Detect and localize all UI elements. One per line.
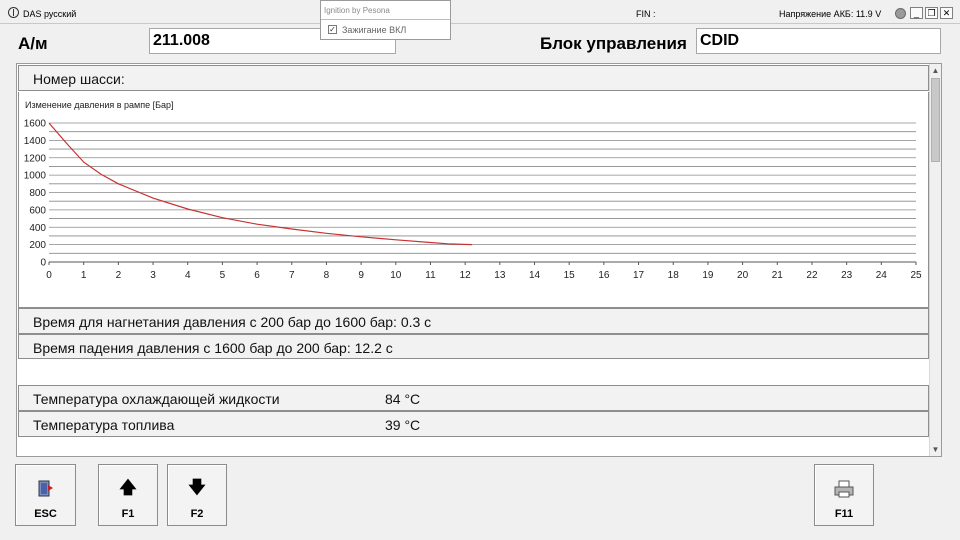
- x-tick-label: 15: [564, 270, 576, 281]
- x-tick-label: 12: [460, 270, 472, 281]
- y-tick-label: 1200: [24, 153, 47, 164]
- x-tick-label: 11: [425, 270, 436, 281]
- scroll-thumb[interactable]: [931, 78, 940, 162]
- esc-button[interactable]: ESC: [15, 464, 76, 526]
- exit-door-icon: [16, 479, 75, 503]
- popup-title: Ignition by Pesona: [324, 6, 390, 15]
- x-tick-label: 17: [633, 270, 645, 281]
- x-tick-label: 22: [806, 270, 818, 281]
- x-tick-label: 13: [494, 270, 506, 281]
- vertical-scrollbar[interactable]: ▲ ▼: [929, 64, 941, 456]
- chassis-row: Номер шасси:: [18, 65, 929, 91]
- f1-button[interactable]: 🡅 F1: [98, 464, 158, 526]
- x-tick-label: 25: [910, 270, 922, 281]
- scroll-down-icon[interactable]: ▼: [930, 443, 941, 456]
- ecu-field: CDID: [696, 28, 941, 54]
- coolant-value: 84 °C: [385, 391, 421, 407]
- pressure-chart-svg: Изменение давления в рампе [Бар] 0200400…: [24, 100, 922, 281]
- y-tick-label: 200: [29, 240, 46, 251]
- y-tick-label: 600: [29, 205, 46, 216]
- y-tick-label: 0: [40, 258, 46, 269]
- fuel-label: Температура топлива: [33, 417, 175, 433]
- drop-time-text: Время падения давления с 1600 бар до 200…: [33, 340, 393, 356]
- x-tick-label: 6: [254, 270, 260, 281]
- x-tick-label: 5: [220, 270, 226, 281]
- coolant-row: Температура охлаждающей жидкости 84 °C: [18, 385, 929, 411]
- x-tick-label: 20: [737, 270, 749, 281]
- ecu-label: Блок управления: [540, 34, 687, 53]
- x-tick-label: 10: [390, 270, 402, 281]
- y-tick-label: 800: [29, 188, 46, 199]
- y-tick-label: 400: [29, 223, 46, 234]
- x-tick-label: 18: [668, 270, 680, 281]
- f11-button[interactable]: F11: [814, 464, 874, 526]
- x-tick-label: 0: [46, 270, 52, 281]
- pressure-chart: Изменение давления в рампе [Бар] 0 200 400…: [18, 92, 929, 308]
- x-tick-label: 4: [185, 270, 191, 281]
- y-tick-label: 1000: [24, 171, 47, 182]
- x-tick-label: 3: [150, 270, 156, 281]
- title-bar: DAS русский FIN : Напряжение АКБ: 11.9 V…: [0, 0, 960, 24]
- x-tick-label: 16: [598, 270, 610, 281]
- printer-icon: [815, 479, 873, 503]
- app-title: DAS русский: [23, 9, 77, 19]
- ignition-checkbox[interactable]: ✓: [328, 25, 337, 34]
- coolant-label: Температура охлаждающей жидкости: [33, 391, 280, 407]
- x-tick-label: 1: [81, 270, 87, 281]
- fuel-value: 39 °C: [385, 417, 421, 433]
- x-tick-label: 14: [529, 270, 541, 281]
- mercedes-star-icon: [8, 7, 19, 18]
- y-tick-label: 1600: [24, 119, 47, 130]
- content-panel: Номер шасси: Изменение давления в рампе …: [16, 63, 942, 457]
- x-tick-label: 2: [116, 270, 122, 281]
- f2-button[interactable]: 🡇 F2: [167, 464, 227, 526]
- scroll-up-icon[interactable]: ▲: [930, 64, 941, 77]
- drop-row: Время падения давления с 1600 бар до 200…: [18, 334, 929, 359]
- x-tick-label: 19: [702, 270, 714, 281]
- fuel-row: Температура топлива 39 °C: [18, 411, 929, 437]
- x-tick-label: 21: [772, 270, 784, 281]
- buildup-time-text: Время для нагнетания давления с 200 бар …: [33, 314, 432, 330]
- arrow-down-icon: 🡇: [188, 478, 206, 497]
- x-tick-label: 24: [876, 270, 888, 281]
- y-tick-label: 1400: [24, 136, 47, 147]
- x-tick-label: 23: [841, 270, 853, 281]
- x-tick-label: 7: [289, 270, 295, 281]
- close-button[interactable]: ✕: [940, 7, 953, 19]
- ignition-label: Зажигание ВКЛ: [342, 25, 407, 35]
- chart-grid: [49, 122, 916, 263]
- x-tick-label: 9: [358, 270, 364, 281]
- voltage-status-icon: [895, 8, 906, 19]
- ignition-popup: Ignition by Pesona ✓ Зажигание ВКЛ: [320, 0, 451, 40]
- x-tick-label: 8: [324, 270, 330, 281]
- fin-label: FIN :: [636, 9, 656, 19]
- buildup-row: Время для нагнетания давления с 200 бар …: [18, 308, 929, 334]
- restore-button[interactable]: ❐: [925, 7, 938, 19]
- battery-voltage: Напряжение АКБ: 11.9 V: [779, 9, 882, 19]
- minimize-button[interactable]: _: [910, 7, 923, 19]
- arrow-up-icon: 🡅: [119, 478, 137, 497]
- model-label: А/м: [18, 34, 48, 53]
- chassis-label: Номер шасси:: [33, 71, 125, 87]
- chart-title: Изменение давления в рампе [Бар]: [25, 100, 174, 110]
- popup-divider: [321, 19, 450, 20]
